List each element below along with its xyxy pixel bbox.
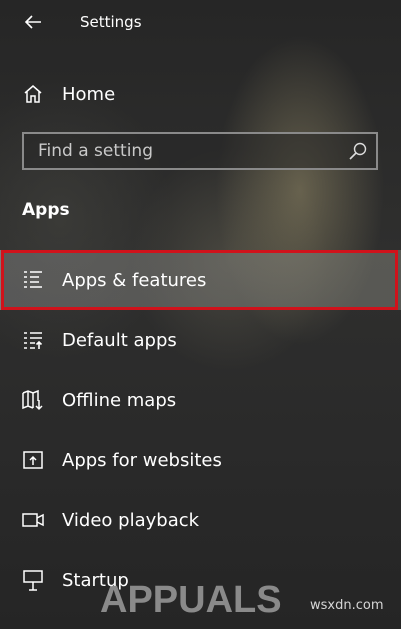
startup-icon (22, 569, 44, 591)
nav-item-label: Video playback (62, 510, 200, 531)
nav-list: Apps & features Default apps Offline map… (0, 250, 401, 610)
search-icon[interactable] (348, 141, 368, 161)
svg-text:APPUALS: APPUALS (100, 579, 282, 620)
watermark-site: wsxdn.com (310, 598, 384, 613)
apps-for-websites-icon (22, 449, 44, 471)
default-apps-icon (22, 329, 44, 351)
home-icon (22, 83, 44, 105)
video-playback-icon (22, 509, 44, 531)
search-input[interactable] (24, 134, 338, 168)
nav-item-label: Default apps (62, 330, 177, 351)
search-box[interactable] (22, 132, 378, 170)
nav-item-apps-features[interactable]: Apps & features (0, 250, 401, 310)
offline-maps-icon (22, 389, 44, 411)
watermark-logo: APPUALS (100, 560, 310, 620)
window-title: Settings (80, 13, 142, 31)
nav-item-default-apps[interactable]: Default apps (0, 310, 401, 370)
back-arrow-icon (24, 15, 41, 29)
section-title: Apps (22, 200, 70, 220)
nav-item-offline-maps[interactable]: Offline maps (0, 370, 401, 430)
nav-item-video-playback[interactable]: Video playback (0, 490, 401, 550)
nav-item-label: Apps & features (62, 270, 207, 291)
nav-item-label: Offline maps (62, 390, 177, 411)
title-bar: Settings (0, 0, 401, 46)
nav-item-label: Apps for websites (62, 450, 222, 471)
back-button[interactable] (22, 11, 44, 33)
home-label: Home (62, 84, 116, 105)
nav-item-apps-for-websites[interactable]: Apps for websites (0, 430, 401, 490)
home-link[interactable]: Home (0, 72, 401, 116)
apps-features-icon (22, 269, 44, 291)
